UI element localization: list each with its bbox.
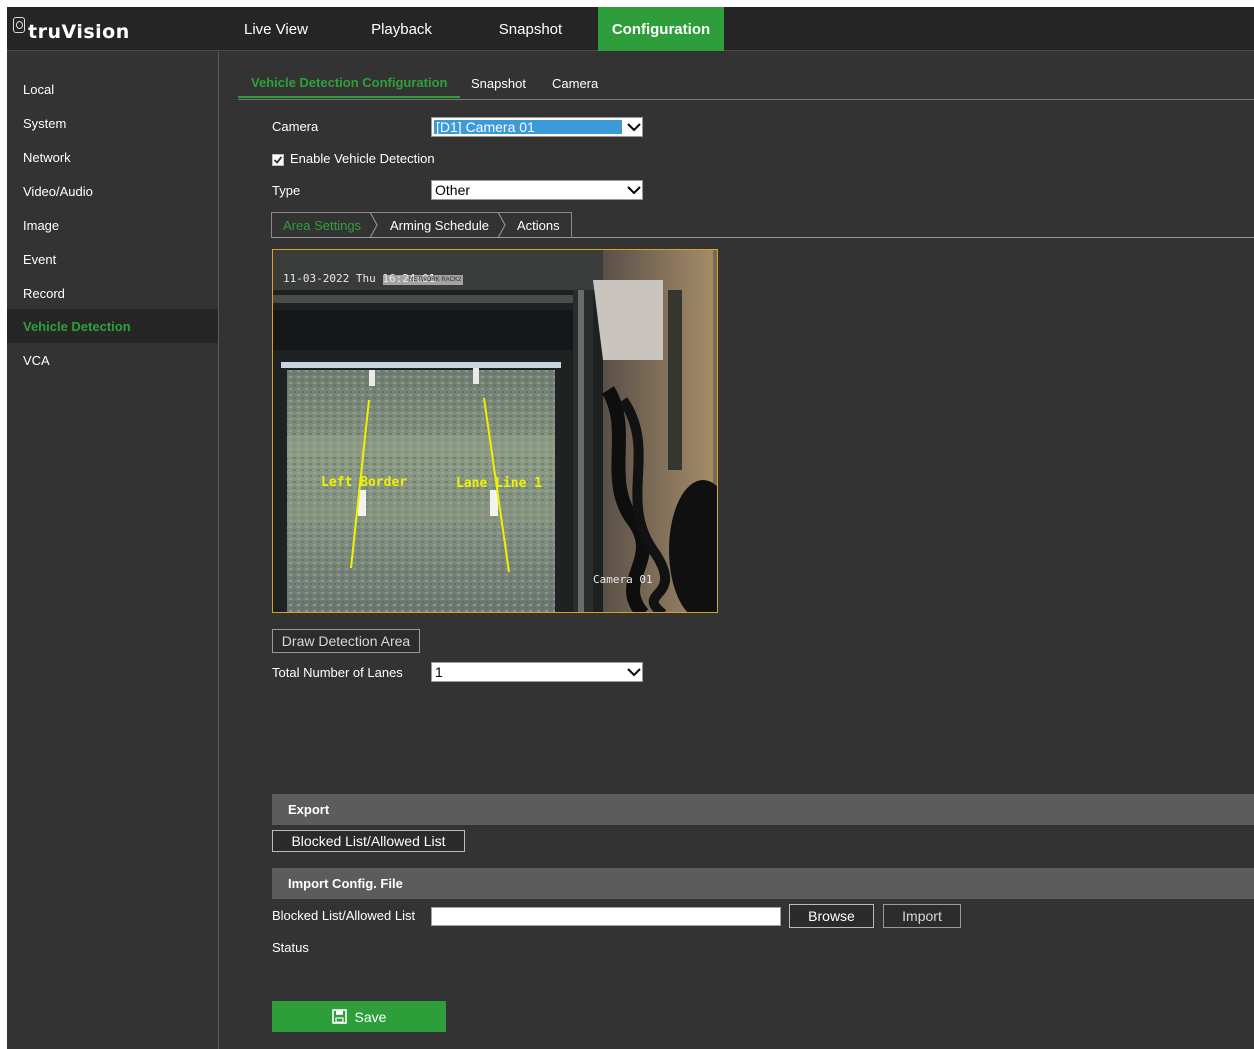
checkmark-icon bbox=[273, 156, 283, 164]
sidebar: Local System Network Video/Audio Image E… bbox=[7, 52, 219, 1049]
osd-title: NETWORK RACK2 bbox=[409, 277, 462, 283]
main-panel: Vehicle Detection Configuration Snapshot… bbox=[220, 52, 1254, 1049]
logo-icon bbox=[13, 17, 25, 33]
tab-snapshot[interactable]: Snapshot bbox=[471, 68, 526, 98]
import-section-header: Import Config. File bbox=[272, 868, 1254, 899]
tab-camera[interactable]: Camera bbox=[552, 68, 598, 98]
export-blocked-allowed-list-button[interactable]: Blocked List/Allowed List bbox=[272, 830, 465, 852]
nav-playback[interactable]: Playback bbox=[337, 7, 466, 51]
sidebar-item-local[interactable]: Local bbox=[7, 72, 218, 106]
camera-label: Camera bbox=[272, 119, 319, 134]
step-actions[interactable]: Actions bbox=[517, 212, 560, 238]
sidebar-item-record[interactable]: Record bbox=[7, 276, 218, 310]
sidebar-item-image[interactable]: Image bbox=[7, 208, 218, 242]
sidebar-item-system[interactable]: System bbox=[7, 106, 218, 140]
type-select-value: Other bbox=[435, 182, 471, 198]
draw-detection-area-button[interactable]: Draw Detection Area bbox=[272, 629, 420, 653]
browse-button[interactable]: Browse bbox=[789, 904, 874, 928]
logo: truVision bbox=[13, 11, 130, 47]
sidebar-item-network[interactable]: Network bbox=[7, 140, 218, 174]
step-tabs: Area Settings Arming Schedule Actions bbox=[271, 212, 1254, 238]
chevron-down-icon bbox=[626, 118, 642, 136]
left-border-label: Left Border bbox=[321, 475, 408, 490]
export-section-header: Export bbox=[272, 794, 1254, 825]
nav-live-view[interactable]: Live View bbox=[213, 7, 337, 51]
camera-frame bbox=[273, 250, 717, 612]
chevron-down-icon bbox=[626, 181, 642, 199]
total-lanes-select[interactable]: 1 bbox=[431, 662, 643, 682]
step-separator-icon bbox=[369, 212, 378, 238]
sidebar-item-event[interactable]: Event bbox=[7, 242, 218, 276]
video-preview[interactable]: 11-03-2022 Thu 16:24:01 NETWORK RACK2 Le… bbox=[272, 249, 718, 613]
total-lanes-value: 1 bbox=[435, 664, 443, 680]
import-file-path-input[interactable] bbox=[431, 907, 781, 926]
type-label: Type bbox=[272, 183, 301, 198]
nav-snapshot[interactable]: Snapshot bbox=[466, 7, 595, 51]
app-window: truVision Live View Playback Snapshot Co… bbox=[7, 7, 1254, 1049]
enable-vehicle-detection-label: Enable Vehicle Detection bbox=[290, 151, 435, 166]
enable-vehicle-detection-checkbox[interactable] bbox=[272, 154, 284, 166]
type-select[interactable]: Other bbox=[431, 180, 643, 200]
sub-tabs: Vehicle Detection Configuration Snapshot… bbox=[238, 62, 1254, 100]
logo-text: truVision bbox=[28, 21, 130, 43]
status-label: Status bbox=[272, 940, 309, 955]
import-button[interactable]: Import bbox=[883, 904, 961, 928]
lane-line-label: Lane Line 1 bbox=[456, 476, 543, 491]
nav-configuration[interactable]: Configuration bbox=[598, 7, 724, 51]
step-area-settings[interactable]: Area Settings bbox=[283, 212, 361, 238]
osd-camera-name: Camera 01 bbox=[593, 573, 653, 586]
import-field-label: Blocked List/Allowed List bbox=[272, 908, 416, 923]
camera-select[interactable]: [D1] Camera 01 bbox=[431, 117, 643, 137]
step-arming-schedule[interactable]: Arming Schedule bbox=[390, 212, 489, 238]
main-nav: Live View Playback Snapshot Configuratio… bbox=[213, 7, 724, 51]
total-lanes-label: Total Number of Lanes bbox=[272, 665, 403, 680]
tab-vehicle-detection-configuration[interactable]: Vehicle Detection Configuration bbox=[238, 68, 461, 98]
save-button[interactable]: Save bbox=[272, 1001, 446, 1032]
save-button-label: Save bbox=[354, 1008, 387, 1025]
step-separator-icon bbox=[497, 212, 506, 238]
sidebar-item-video-audio[interactable]: Video/Audio bbox=[7, 174, 218, 208]
top-bar: truVision Live View Playback Snapshot Co… bbox=[7, 7, 1254, 51]
camera-select-value: [D1] Camera 01 bbox=[434, 120, 622, 134]
sidebar-item-vca[interactable]: VCA bbox=[7, 343, 218, 377]
chevron-down-icon bbox=[626, 663, 642, 681]
save-icon bbox=[331, 1009, 347, 1024]
sidebar-item-vehicle-detection[interactable]: Vehicle Detection bbox=[7, 309, 218, 343]
